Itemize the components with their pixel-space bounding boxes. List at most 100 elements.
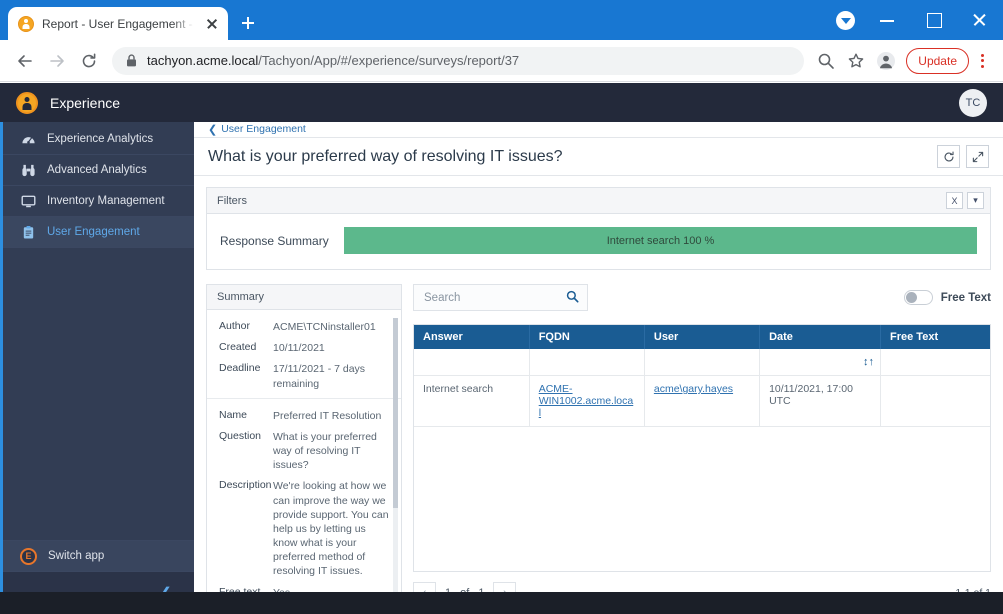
- sort-updown-icon[interactable]: ↕↑: [759, 349, 882, 376]
- tab-title: Report - User Engagement - Expe: [42, 16, 194, 31]
- window-controls: [865, 0, 1003, 40]
- close-icon[interactable]: [957, 0, 1003, 40]
- filter-cell-answer[interactable]: [414, 349, 530, 376]
- sidebar: Experience Analytics Advanced Analytics …: [0, 121, 194, 614]
- filter-cell-user[interactable]: [644, 349, 761, 376]
- title-actions: [937, 145, 989, 169]
- sidebar-item-advanced-analytics[interactable]: Advanced Analytics: [3, 155, 194, 186]
- column-header-date[interactable]: Date: [759, 325, 882, 349]
- update-button[interactable]: Update: [906, 47, 969, 74]
- user-link[interactable]: acme\gary.hayes: [654, 383, 733, 395]
- sidebar-item-label: Advanced Analytics: [47, 164, 147, 176]
- refresh-icon[interactable]: [937, 145, 960, 169]
- new-tab-button[interactable]: [234, 9, 262, 37]
- breadcrumb[interactable]: ❮ User Engagement: [194, 121, 1003, 139]
- table-body: ↕↑ Internet search ACME-WIN1002.acme.loc…: [414, 349, 990, 427]
- search-input[interactable]: [424, 291, 566, 304]
- tab-search-chevron-down-icon[interactable]: [836, 11, 855, 30]
- free-text-toggle-group: Free Text: [903, 290, 991, 305]
- response-summary-bar[interactable]: Internet search 100 %: [344, 227, 977, 254]
- cell-user: acme\gary.hayes: [644, 375, 761, 427]
- summary-row-question: Question What is your preferred way of r…: [219, 430, 389, 473]
- tab-close-icon[interactable]: [202, 14, 222, 34]
- cell-answer: Internet search: [414, 375, 530, 427]
- sidebar-item-label: Experience Analytics: [47, 133, 154, 145]
- breadcrumb-label: User Engagement: [221, 123, 306, 136]
- browser-tab[interactable]: Report - User Engagement - Expe: [8, 7, 228, 40]
- summary-scroll-area[interactable]: Author ACME\TCNinstaller01 Created 10/11…: [207, 310, 401, 613]
- summary-key: Deadline: [219, 362, 261, 375]
- cell-date: 10/11/2021, 17:00 UTC: [759, 375, 882, 427]
- bookmark-star-icon[interactable]: [842, 47, 870, 75]
- address-bar[interactable]: tachyon.acme.local/Tachyon/App/#/experie…: [112, 46, 805, 75]
- back-arrow-icon[interactable]: [10, 46, 40, 76]
- table-row[interactable]: Internet search ACME-WIN1002.acme.local …: [414, 375, 990, 427]
- fqdn-link[interactable]: ACME-WIN1002.acme.local: [539, 383, 634, 419]
- switch-app-button[interactable]: E Switch app: [3, 540, 194, 572]
- filters-body: Response Summary Internet search 100 %: [207, 214, 990, 269]
- sidebar-item-label: Inventory Management: [47, 195, 165, 207]
- table-filter-row: ↕↑: [414, 349, 990, 376]
- summary-value: What is your preferred way of resolving …: [273, 430, 377, 472]
- brand-name: Experience: [50, 94, 121, 111]
- avatar[interactable]: TC: [959, 88, 987, 117]
- maximize-icon[interactable]: [911, 0, 957, 40]
- page-title: What is your preferred way of resolving …: [208, 147, 563, 165]
- clipboard-icon: [20, 224, 36, 240]
- cell-fqdn: ACME-WIN1002.acme.local: [529, 375, 645, 427]
- filters-collapse-chevron-down-icon[interactable]: ▾: [967, 192, 984, 209]
- browser-toolbar: tachyon.acme.local/Tachyon/App/#/experie…: [0, 40, 1003, 82]
- sidebar-item-label: User Engagement: [47, 226, 140, 238]
- summary-value: We're looking at how we can improve the …: [273, 480, 389, 578]
- kebab-menu-icon[interactable]: [971, 47, 993, 75]
- filters-clear-close-icon[interactable]: X: [946, 192, 963, 209]
- summary-value: 17/11/2021 - 7 days remaining: [273, 363, 366, 390]
- summary-row-created: Created 10/11/2021: [219, 341, 389, 355]
- table-header: Answer FQDN User Date Free Text: [414, 325, 990, 349]
- expand-icon[interactable]: [966, 145, 989, 169]
- sidebar-item-user-engagement[interactable]: User Engagement: [3, 217, 194, 248]
- summary-value: ACME\TCNinstaller01: [273, 321, 376, 333]
- app-body: Experience Analytics Advanced Analytics …: [0, 82, 1003, 614]
- summary-row-description: Description We're looking at how we can …: [219, 479, 389, 578]
- filters-header: Filters X ▾: [207, 188, 990, 214]
- results-table-wrapper: Answer FQDN User Date Free Text ↕↑ Inter…: [413, 324, 991, 572]
- lock-icon: [127, 54, 136, 67]
- filter-cell-fqdn[interactable]: [529, 349, 645, 376]
- url-text: tachyon.acme.local/Tachyon/App/#/experie…: [147, 53, 519, 68]
- results-column: Free Text Answer FQDN User: [413, 284, 991, 614]
- column-header-free-text[interactable]: Free Text: [880, 325, 990, 349]
- sidebar-nav: Experience Analytics Advanced Analytics …: [3, 121, 194, 248]
- summary-row-name: Name Preferred IT Resolution: [219, 409, 389, 423]
- summary-row-deadline: Deadline 17/11/2021 - 7 days remaining: [219, 362, 389, 390]
- summary-key: Created: [219, 341, 257, 354]
- summary-key: Question: [219, 429, 262, 442]
- favicon-user-circle-icon: [18, 15, 34, 32]
- gauge-icon: [20, 131, 36, 147]
- brand-logo-icon: [16, 91, 38, 114]
- filter-cell-free-text[interactable]: [880, 349, 990, 376]
- minimize-icon[interactable]: [865, 0, 911, 40]
- reload-icon[interactable]: [74, 46, 104, 76]
- free-text-toggle-label: Free Text: [940, 291, 991, 304]
- cell-free-text: [880, 375, 990, 427]
- column-header-fqdn[interactable]: FQDN: [529, 325, 645, 349]
- browser-title-bar: Report - User Engagement - Expe: [0, 0, 1003, 40]
- results-table: Answer FQDN User Date Free Text ↕↑ Inter…: [414, 325, 990, 427]
- forward-arrow-icon[interactable]: [42, 46, 72, 76]
- summary-scrollbar-thumb[interactable]: [393, 318, 398, 508]
- search-zoom-icon[interactable]: [812, 47, 840, 75]
- taskbar: [0, 592, 1003, 614]
- sidebar-item-experience-analytics[interactable]: Experience Analytics: [3, 124, 194, 155]
- filters-title: Filters: [217, 194, 247, 207]
- search-box[interactable]: [413, 284, 588, 311]
- summary-value: Preferred IT Resolution: [273, 409, 382, 422]
- column-header-answer[interactable]: Answer: [414, 325, 530, 349]
- free-text-toggle[interactable]: [903, 290, 933, 305]
- sidebar-item-inventory-management[interactable]: Inventory Management: [3, 186, 194, 217]
- profile-icon[interactable]: [872, 47, 900, 75]
- column-header-user[interactable]: User: [644, 325, 761, 349]
- summary-key: Name: [219, 408, 248, 421]
- url-host: tachyon.acme.local: [147, 53, 259, 68]
- search-icon[interactable]: [566, 290, 579, 306]
